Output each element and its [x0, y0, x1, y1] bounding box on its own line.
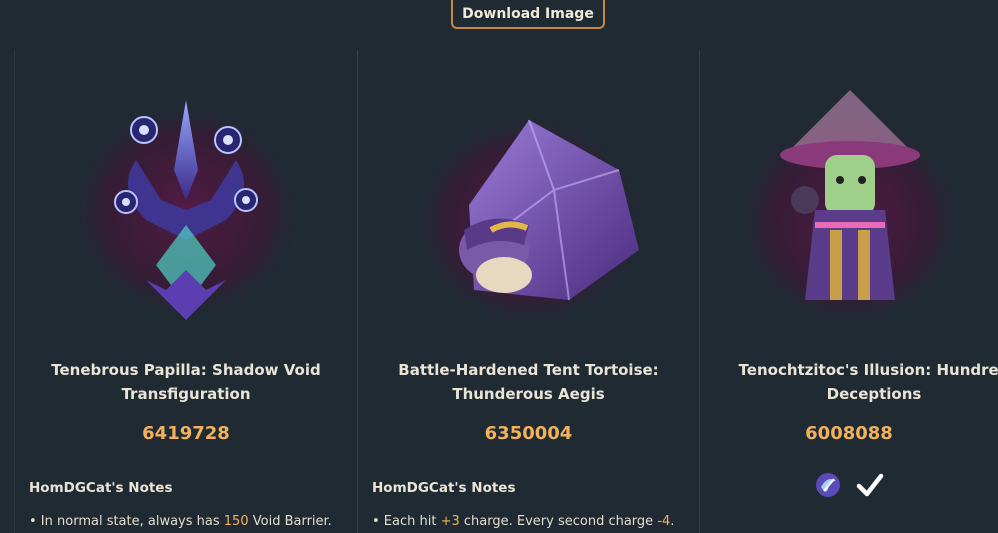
tag-icons	[700, 470, 998, 500]
boss-card: Battle-Hardened Tent Tortoise: Thunderou…	[357, 50, 699, 533]
note-line: • In normal state, always has 150 Void B…	[29, 514, 332, 529]
boss-title: Tenebrous Papilla: Shadow Void Transfigu…	[51, 361, 321, 403]
boss-score: 6008088	[805, 423, 893, 444]
note-text: • Each hit	[372, 514, 441, 529]
note-text: Void Barrier.	[248, 514, 332, 529]
boss-title: Battle-Hardened Tent Tortoise: Thunderou…	[398, 361, 659, 403]
boss-title: Tenochtzitoc's Illusion: Hundred Decepti…	[738, 361, 998, 403]
note-text: charge. Every second charge	[459, 514, 658, 529]
boss-card-grid: Tenebrous Papilla: Shadow Void Transfigu…	[0, 50, 998, 533]
note-highlight: -4	[657, 514, 671, 529]
notes-heading: HomDGCat's Notes	[29, 480, 173, 496]
note-highlight: +3	[440, 514, 460, 529]
boss-score: 6350004	[484, 423, 573, 444]
note-text: .	[670, 514, 675, 529]
boss-art-image	[15, 50, 357, 335]
note-line: • Each hit +3 charge. Every second charg…	[372, 514, 674, 529]
boss-card: Tenebrous Papilla: Shadow Void Transfigu…	[14, 50, 357, 533]
note-highlight: 150	[223, 514, 249, 529]
download-image-button[interactable]: Download Image	[451, 0, 605, 29]
boss-score: 6419728	[142, 423, 230, 444]
boss-art-image	[700, 50, 998, 335]
swirl-emblem-icon	[813, 470, 843, 500]
note-text: • In normal state, always has	[29, 514, 224, 529]
boss-card: Tenochtzitoc's Illusion: Hundred Decepti…	[699, 50, 998, 533]
boss-art-image	[358, 50, 699, 335]
notes-heading: HomDGCat's Notes	[372, 480, 516, 496]
top-bar: Download Image	[0, 0, 998, 40]
checkmark-icon	[855, 470, 885, 500]
